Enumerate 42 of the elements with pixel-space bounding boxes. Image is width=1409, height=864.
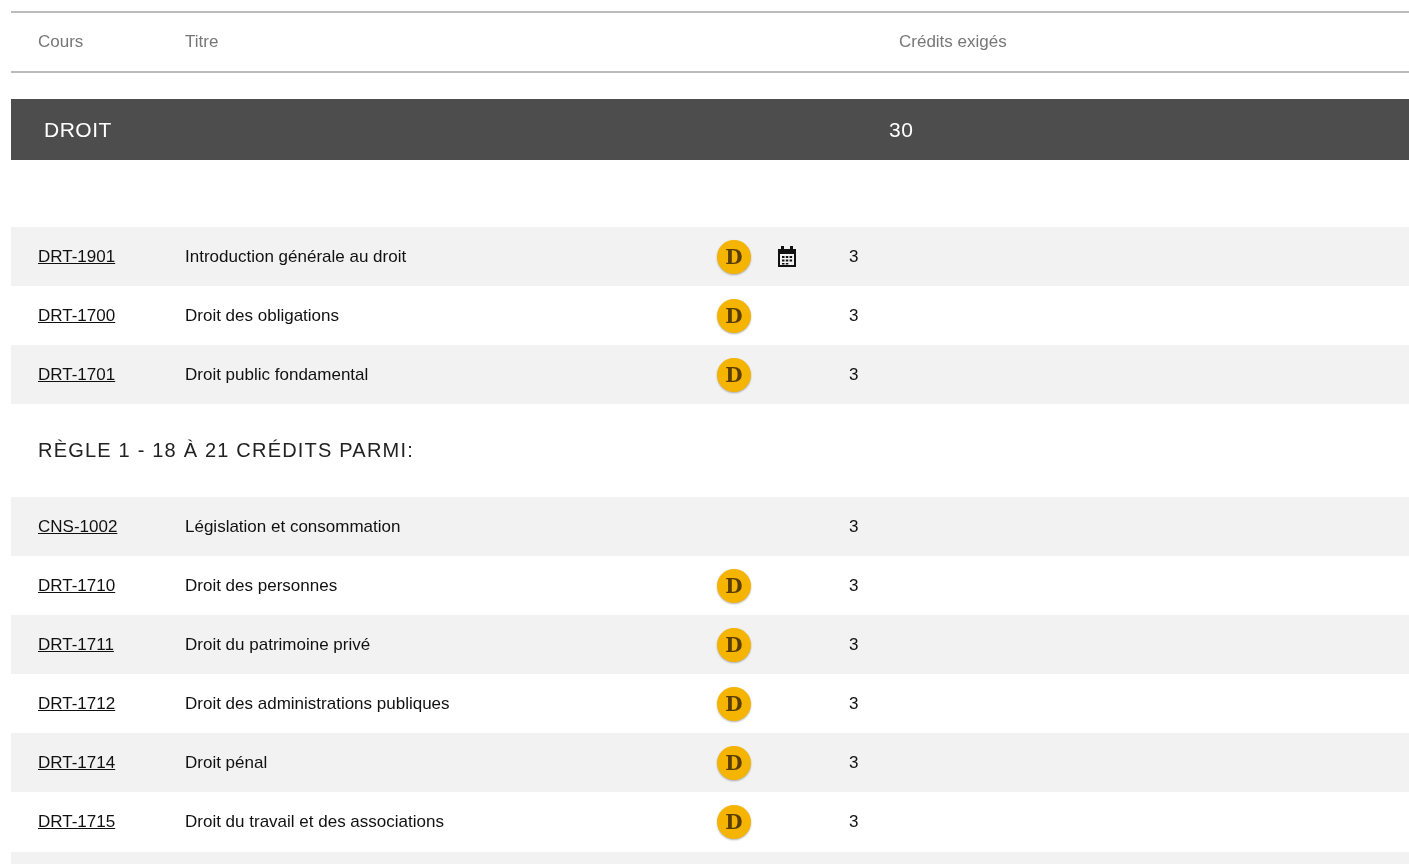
- course-code-link[interactable]: DRT-1700: [38, 305, 116, 326]
- distance-badge: D: [717, 686, 751, 721]
- distance-badge: D: [717, 239, 751, 274]
- course-code-link[interactable]: DRT-1715: [38, 811, 116, 832]
- course-code-link[interactable]: DRT-1711: [38, 634, 114, 655]
- course-credits: 3: [849, 811, 860, 832]
- course-code-link[interactable]: DRT-1901: [38, 246, 116, 267]
- column-header: Cours: [37, 32, 85, 52]
- course-title: Droit des obligations: [185, 305, 341, 326]
- distance-badge: D: [717, 298, 751, 333]
- course-credits: 3: [849, 516, 860, 537]
- course-title: Droit du travail et des associations: [185, 811, 445, 832]
- course-code-link[interactable]: DRT-1712: [38, 693, 116, 714]
- calendar-icon[interactable]: [777, 245, 797, 268]
- course-title: Introduction générale au droit: [185, 246, 408, 267]
- course-title: Droit des administrations publiques: [185, 693, 451, 714]
- course-credits: 3: [849, 575, 860, 596]
- group-name: DROIT: [43, 117, 113, 142]
- course-code-link[interactable]: CNS-1002: [38, 516, 118, 537]
- rule-heading: RÈGLE 1 - 18 À 21 CRÉDITS PARMI:: [38, 439, 414, 462]
- column-header: Crédits exigés: [899, 32, 1008, 52]
- course-code-link[interactable]: DRT-1714: [38, 752, 116, 773]
- course-title: Législation et consommation: [185, 516, 402, 537]
- distance-badge: D: [717, 745, 751, 780]
- distance-badge: D: [717, 568, 751, 603]
- distance-badge: D: [717, 627, 751, 662]
- group-credits: 30: [889, 117, 915, 142]
- course-title: Droit des personnes: [185, 575, 339, 596]
- course-credits: 3: [849, 693, 860, 714]
- column-header: Titre: [185, 32, 220, 52]
- course-title: Droit public fondamental: [185, 364, 370, 385]
- course-credits: 3: [849, 246, 860, 267]
- course-title: Droit pénal: [185, 752, 269, 773]
- distance-badge: D: [717, 357, 751, 392]
- course-title: Droit du patrimoine privé: [185, 634, 372, 655]
- distance-badge: D: [717, 804, 751, 839]
- course-credits: 3: [849, 305, 860, 326]
- course-credits: 3: [849, 364, 860, 385]
- course-code-link[interactable]: DRT-1710: [38, 575, 116, 596]
- course-code-link[interactable]: DRT-1701: [38, 364, 116, 385]
- course-credits: 3: [849, 634, 860, 655]
- course-credits: 3: [849, 752, 860, 773]
